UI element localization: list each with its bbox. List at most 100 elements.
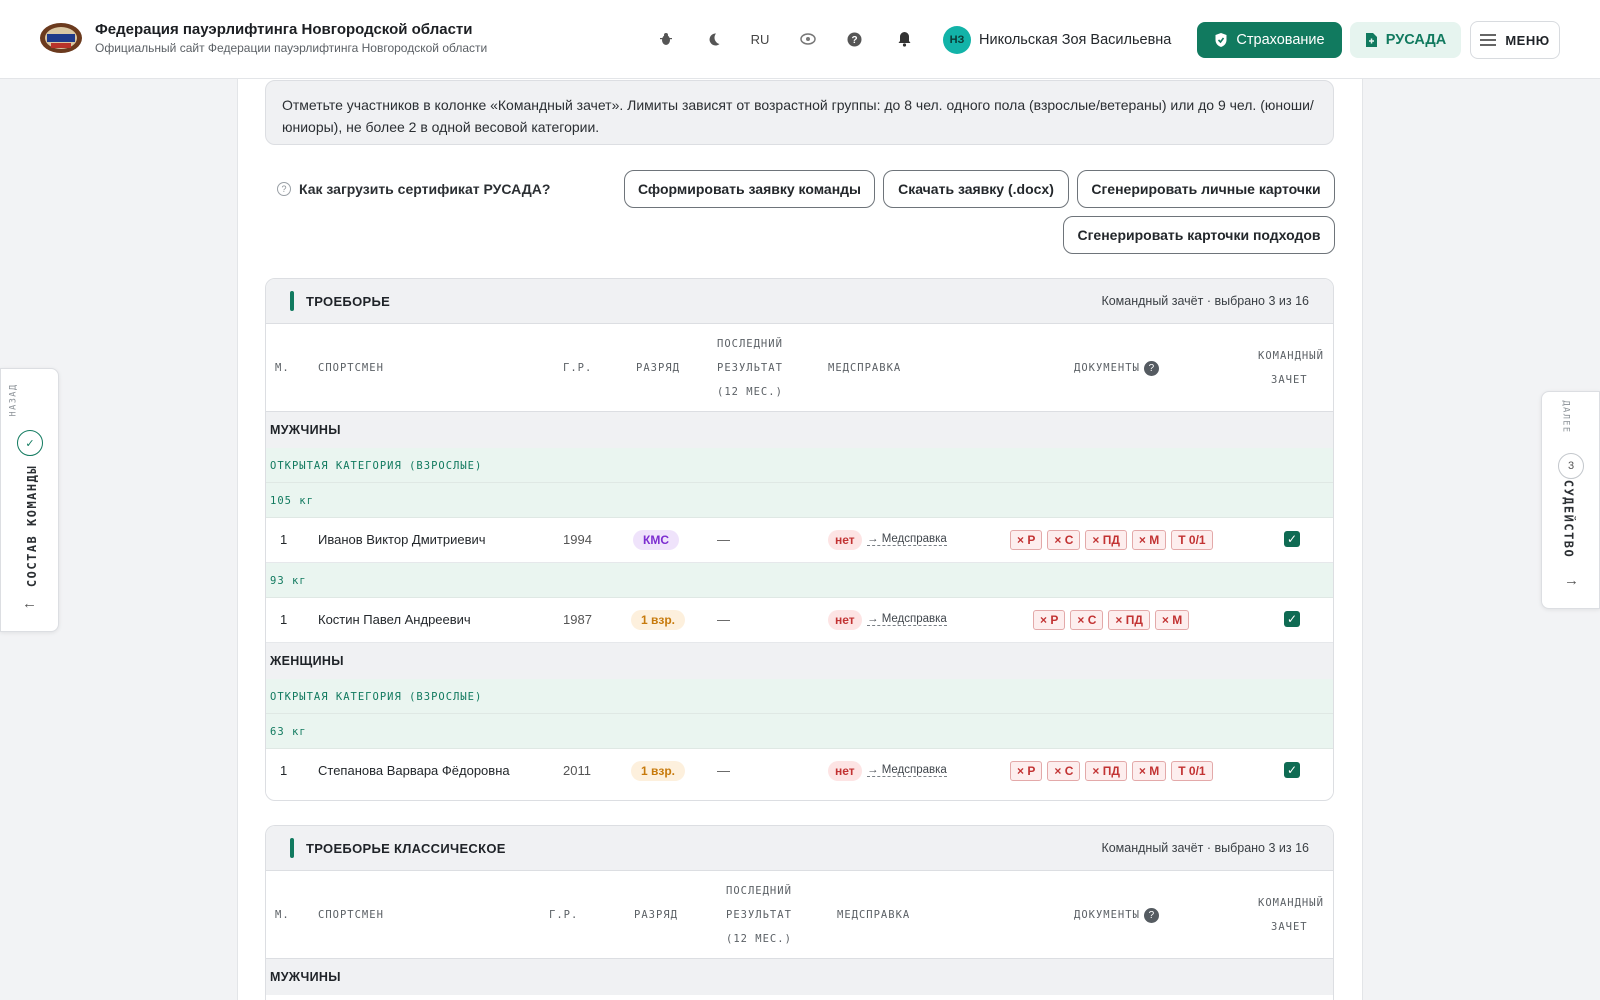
section-powerlifting: ТРОЕБОРЬЕ Командный зачёт · выбрано 3 из… xyxy=(265,278,1334,801)
insurance-label: Страхование xyxy=(1236,32,1325,48)
section-header: ТРОЕБОРЬЕ КЛАССИЧЕСКОЕ Командный зачёт ·… xyxy=(266,826,1333,871)
doc-badge[interactable]: × С xyxy=(1047,530,1081,550)
prev-step-rail[interactable]: НАЗАД ✓ СОСТАВ КОМАНДЫ ← xyxy=(0,368,59,632)
federation-logo[interactable] xyxy=(38,20,84,56)
col-documents-label: ДОКУМЕНТЫ xyxy=(1074,909,1140,921)
brand[interactable]: Федерация пауэрлифтинга Новгородской обл… xyxy=(95,21,487,55)
med-status-badge: нет xyxy=(828,530,862,550)
doc-badge[interactable]: × Р xyxy=(1010,530,1043,550)
document-icon xyxy=(1365,33,1377,47)
doc-badge[interactable]: × ПД xyxy=(1108,610,1150,630)
doc-badge[interactable]: × М xyxy=(1131,530,1167,550)
user-profile[interactable]: НЗ Никольская Зоя Васильевна xyxy=(943,26,1171,54)
col-team-2: ЗАЧЕТ xyxy=(1271,374,1308,386)
section-title: ТРОЕБОРЬЕ xyxy=(306,294,391,309)
col-last-result-3: (12 МЕС.) xyxy=(717,386,783,398)
med-certificate-link[interactable]: → Медсправка xyxy=(867,533,947,546)
dark-mode-icon[interactable] xyxy=(702,28,724,50)
athlete-place: 1 xyxy=(280,532,288,547)
athlete-place: 1 xyxy=(280,612,288,627)
athlete-name[interactable]: Степанова Варвара Фёдоровна xyxy=(318,763,510,778)
med-certificate-link[interactable]: → Медсправка xyxy=(867,613,947,626)
weight-class-93: 93 кг xyxy=(266,563,1333,598)
athlete-place: 1 xyxy=(280,763,288,778)
menu-button[interactable]: МЕНЮ xyxy=(1470,21,1560,59)
doc-badge[interactable]: × ПД xyxy=(1085,761,1127,781)
menu-label: МЕНЮ xyxy=(1505,32,1550,48)
hamburger-icon xyxy=(1480,34,1497,46)
col-last-result-2: РЕЗУЛЬТАТ xyxy=(726,909,792,921)
question-icon: ? xyxy=(277,182,291,196)
site-subtitle: Официальный сайт Федерации пауэрлифтинга… xyxy=(95,41,488,55)
section-title: ТРОЕБОРЬЕ КЛАССИЧЕСКОЕ xyxy=(306,841,506,856)
col-rank: РАЗРЯД xyxy=(636,362,680,374)
rusada-button[interactable]: РУСАДА xyxy=(1350,22,1461,58)
col-last-result-2: РЕЗУЛЬТАТ xyxy=(717,362,783,374)
section-accent-bar xyxy=(290,838,294,858)
col-last-result-1: ПОСЛЕДНИЙ xyxy=(726,885,792,897)
doc-badge[interactable]: × С xyxy=(1070,610,1104,630)
athlete-name[interactable]: Иванов Виктор Дмитриевич xyxy=(318,532,486,547)
doc-badge[interactable]: × М xyxy=(1131,761,1167,781)
doc-badge[interactable]: Т 0/1 xyxy=(1171,530,1213,550)
rank-badge: КМС xyxy=(633,530,679,550)
group-label: ЖЕНЩИНЫ xyxy=(270,654,344,668)
athlete-name[interactable]: Костин Павел Андреевич xyxy=(318,612,471,627)
weight-label: 63 кг xyxy=(270,726,307,738)
weight-label: 105 кг xyxy=(270,495,314,507)
doc-badge[interactable]: × Р xyxy=(1010,761,1043,781)
user-name: Никольская Зоя Васильевна xyxy=(979,32,1172,48)
arrow-left-icon: ← xyxy=(22,595,37,612)
next-step-rail[interactable]: ДАЛЕЕ 3 СУДЕЙСТВО → xyxy=(1541,391,1600,609)
athlete-birth-year: 1987 xyxy=(563,612,592,627)
team-selection-count: Командный зачёт · выбрано 3 из 16 xyxy=(1101,294,1309,308)
doc-badge[interactable]: × С xyxy=(1047,761,1081,781)
table-header: М. СПОРТСМЕН Г.Р. РАЗРЯД ПОСЛЕДНИЙ РЕЗУЛ… xyxy=(266,324,1333,412)
table-row: 1 Степанова Варвара Фёдоровна 2011 1 взр… xyxy=(266,749,1333,794)
documents-help-icon[interactable]: ? xyxy=(1143,360,1159,376)
form-team-application-button[interactable]: Сформировать заявку команды xyxy=(624,170,875,208)
col-athlete: СПОРТСМЕН xyxy=(318,909,384,921)
doc-badge[interactable]: × ПД xyxy=(1085,530,1127,550)
section-accent-bar xyxy=(290,291,294,311)
bug-icon[interactable] xyxy=(655,28,677,50)
team-score-checkbox[interactable]: ✓ xyxy=(1284,611,1300,627)
bell-icon[interactable] xyxy=(893,28,915,50)
doc-badge[interactable]: × М xyxy=(1154,610,1190,630)
group-men: МУЖЧИНЫ xyxy=(266,412,1333,448)
col-birth-year: Г.Р. xyxy=(549,909,579,921)
table-header: М. СПОРТСМЕН Г.Р. РАЗРЯД ПОСЛЕДНИЙ РЕЗУЛ… xyxy=(266,871,1333,959)
doc-badge[interactable]: × Р xyxy=(1033,610,1066,630)
rank-badge: 1 взр. xyxy=(631,610,686,630)
category-label: ОТКРЫТАЯ КАТЕГОРИЯ (ВЗРОСЛЫЕ) xyxy=(270,460,483,472)
documents-list: × Р × С × ПД × М Т 0/1 xyxy=(1010,761,1213,781)
col-last-result-1: ПОСЛЕДНИЙ xyxy=(717,338,783,350)
documents-help-icon[interactable]: ? xyxy=(1143,907,1159,923)
generate-personal-cards-button[interactable]: Сгенерировать личные карточки xyxy=(1077,170,1335,208)
category-open: ОТКРЫТАЯ КАТЕГОРИЯ (ВЗРОСЛЫЕ) xyxy=(266,448,1333,483)
category-open: ОТКРЫТАЯ КАТЕГОРИЯ (ВЗРОСЛЫЕ) xyxy=(266,679,1333,714)
doc-badge[interactable]: Т 0/1 xyxy=(1171,761,1213,781)
generate-attempt-cards-button[interactable]: Сгенерировать карточки подходов xyxy=(1063,216,1335,254)
group-men: МУЖЧИНЫ xyxy=(266,959,1333,995)
col-place: М. xyxy=(275,362,290,374)
help-icon[interactable]: ? xyxy=(843,28,865,50)
download-docx-button[interactable]: Скачать заявку (.docx) xyxy=(883,170,1069,208)
col-documents-label: ДОКУМЕНТЫ xyxy=(1074,362,1140,374)
eye-icon[interactable] xyxy=(797,28,819,50)
rusada-help-link[interactable]: ? Как загрузить сертификат РУСАДА? xyxy=(277,181,550,197)
section-classic-powerlifting: ТРОЕБОРЬЕ КЛАССИЧЕСКОЕ Командный зачёт ·… xyxy=(265,825,1334,1000)
category-label: ОТКРЫТАЯ КАТЕГОРИЯ (ВЗРОСЛЫЕ) xyxy=(270,691,483,703)
site-title: Федерация пауэрлифтинга Новгородской обл… xyxy=(95,21,473,38)
section-header: ТРОЕБОРЬЕ Командный зачёт · выбрано 3 из… xyxy=(266,279,1333,324)
team-score-checkbox[interactable]: ✓ xyxy=(1284,762,1300,778)
table-row: 1 Костин Павел Андреевич 1987 1 взр. — н… xyxy=(266,598,1333,643)
med-status-badge: нет xyxy=(828,761,862,781)
language-switch[interactable]: RU xyxy=(749,28,771,50)
col-team-1: КОМАНДНЫЙ xyxy=(1258,350,1324,362)
insurance-button[interactable]: Страхование xyxy=(1197,22,1342,58)
med-certificate-link[interactable]: → Медсправка xyxy=(867,764,947,777)
col-med-certificate: МЕДСПРАВКА xyxy=(837,909,911,921)
team-score-checkbox[interactable]: ✓ xyxy=(1284,531,1300,547)
col-team-1: КОМАНДНЫЙ xyxy=(1258,897,1324,909)
